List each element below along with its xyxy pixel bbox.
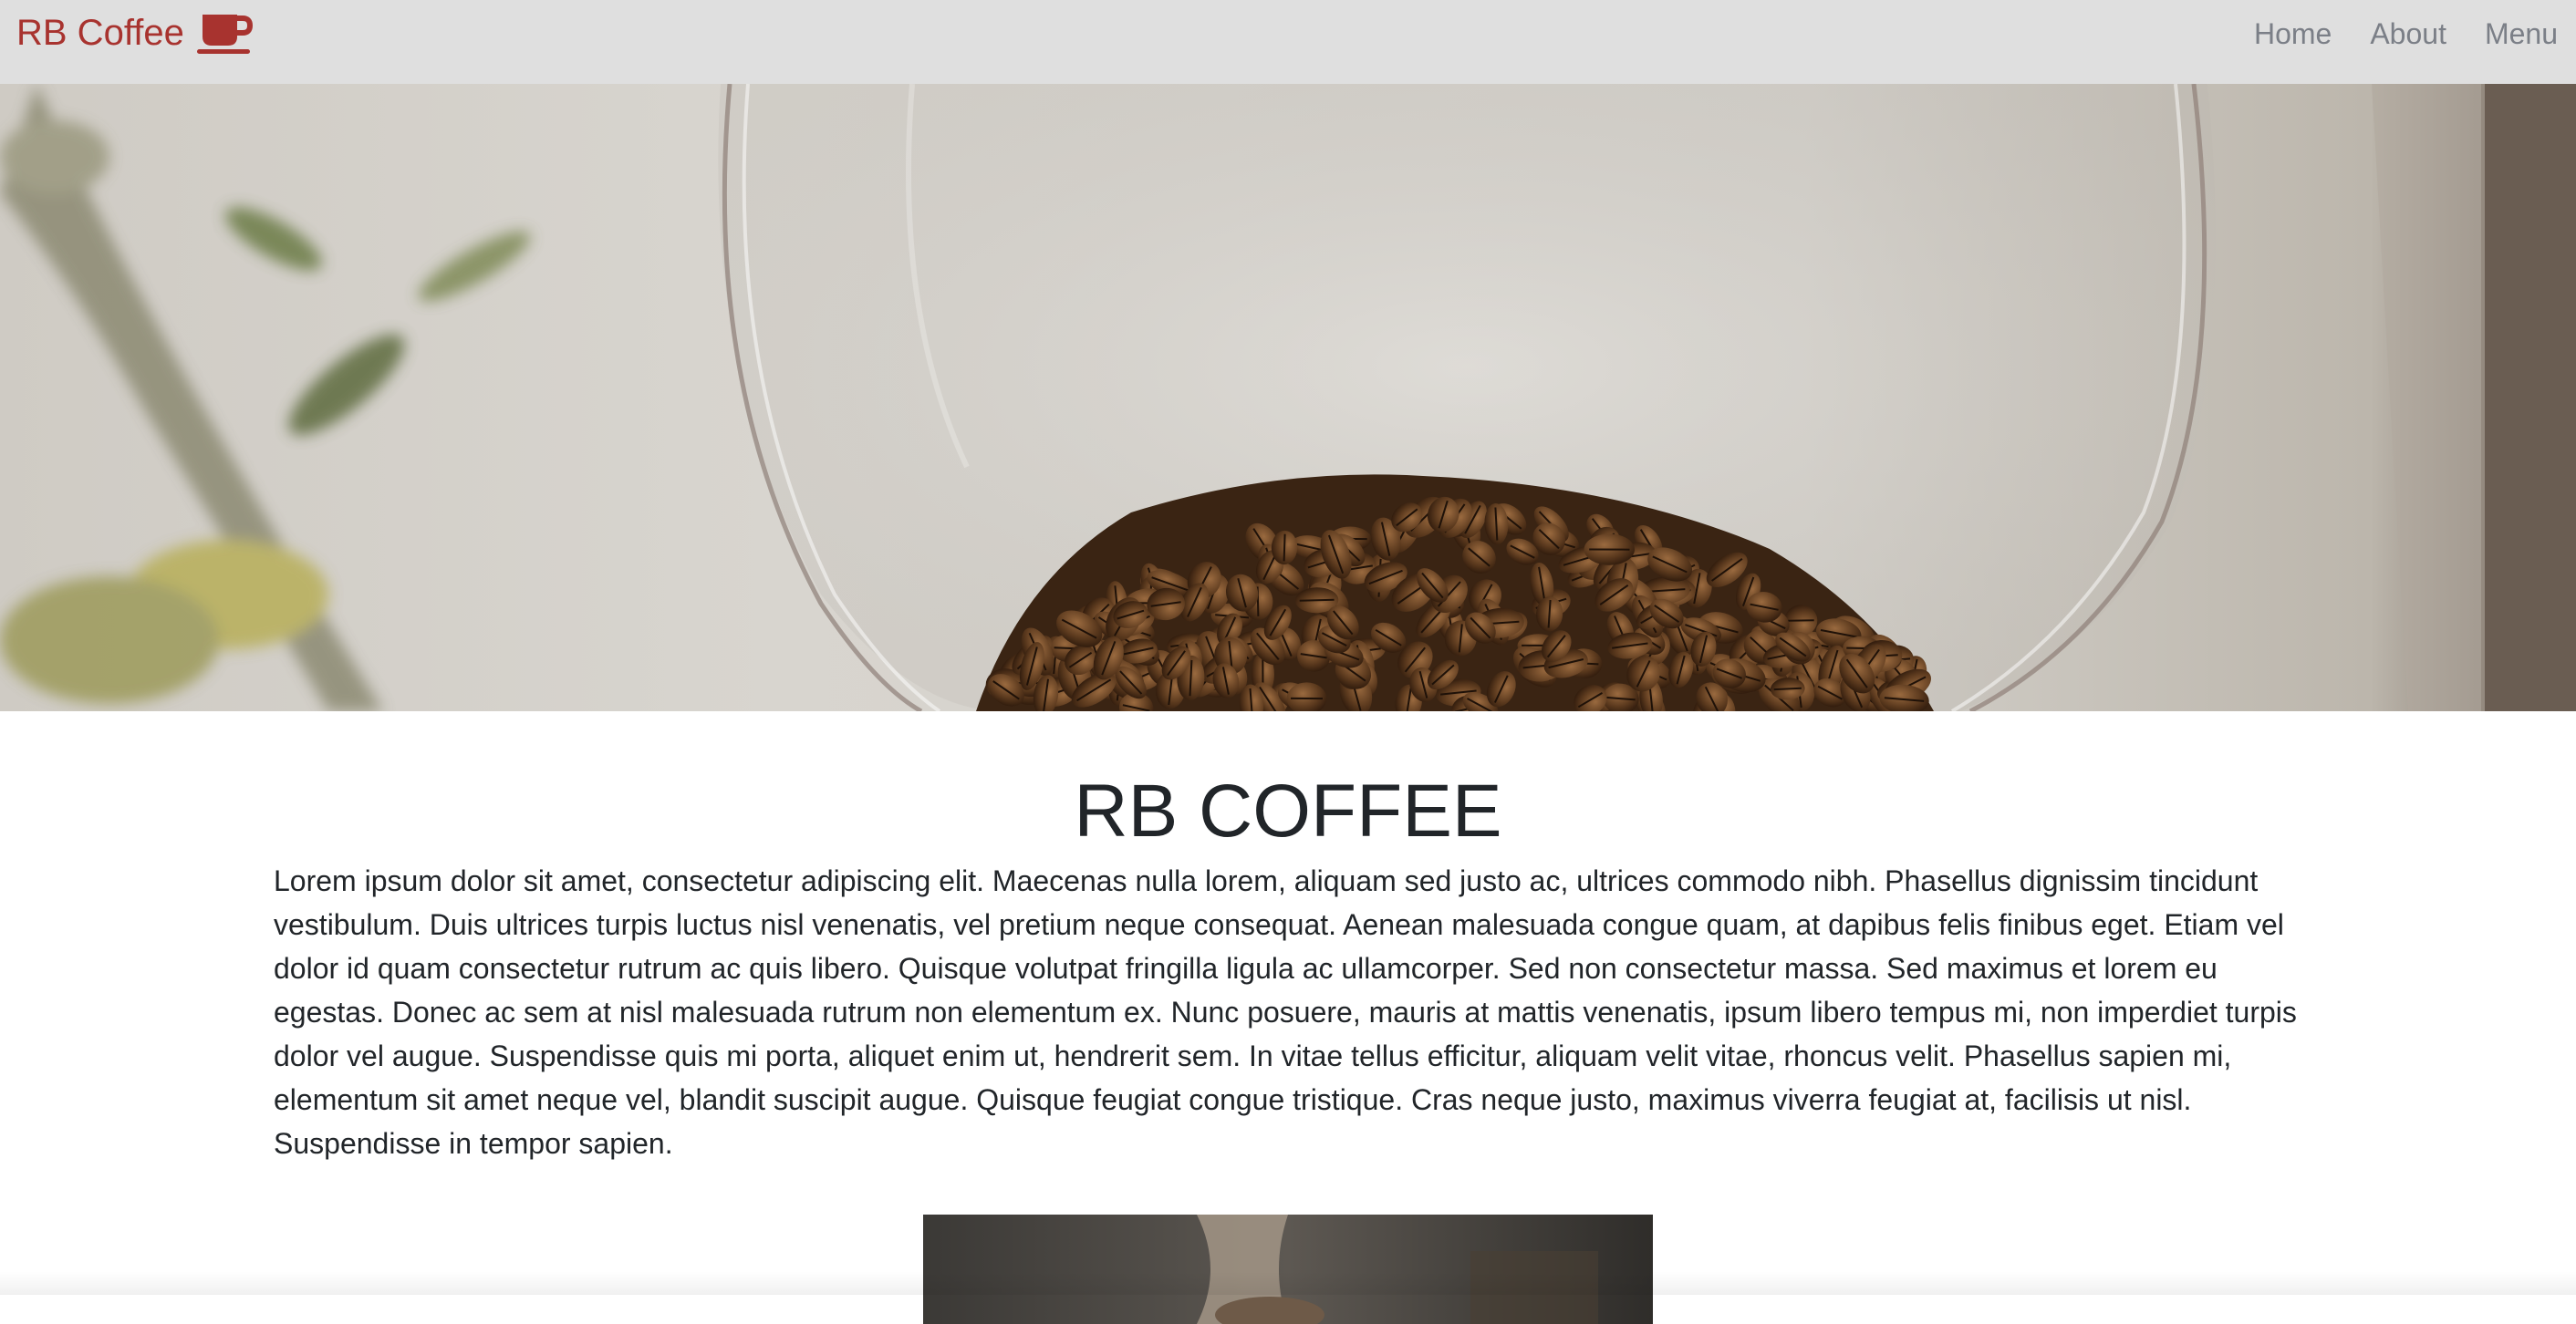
brand-link[interactable]: RB Coffee <box>16 9 254 57</box>
coffee-mug-icon <box>195 9 254 57</box>
nav-menu-link[interactable]: Menu <box>2485 13 2558 55</box>
secondary-image <box>923 1215 1653 1324</box>
top-navbar: RB Coffee Home About Menu <box>0 0 2576 84</box>
nav-home-link[interactable]: Home <box>2254 13 2332 55</box>
intro-paragraph: Lorem ipsum dolor sit amet, consectetur … <box>274 859 2302 1165</box>
nav-links: Home About Menu <box>2254 13 2558 55</box>
page-title: RB COFFEE <box>274 766 2302 857</box>
brand-label: RB Coffee <box>16 9 184 57</box>
hero-image <box>0 84 2576 711</box>
main-content: RB COFFEE Lorem ipsum dolor sit amet, co… <box>274 766 2302 1165</box>
nav-about-link[interactable]: About <box>2370 13 2446 55</box>
